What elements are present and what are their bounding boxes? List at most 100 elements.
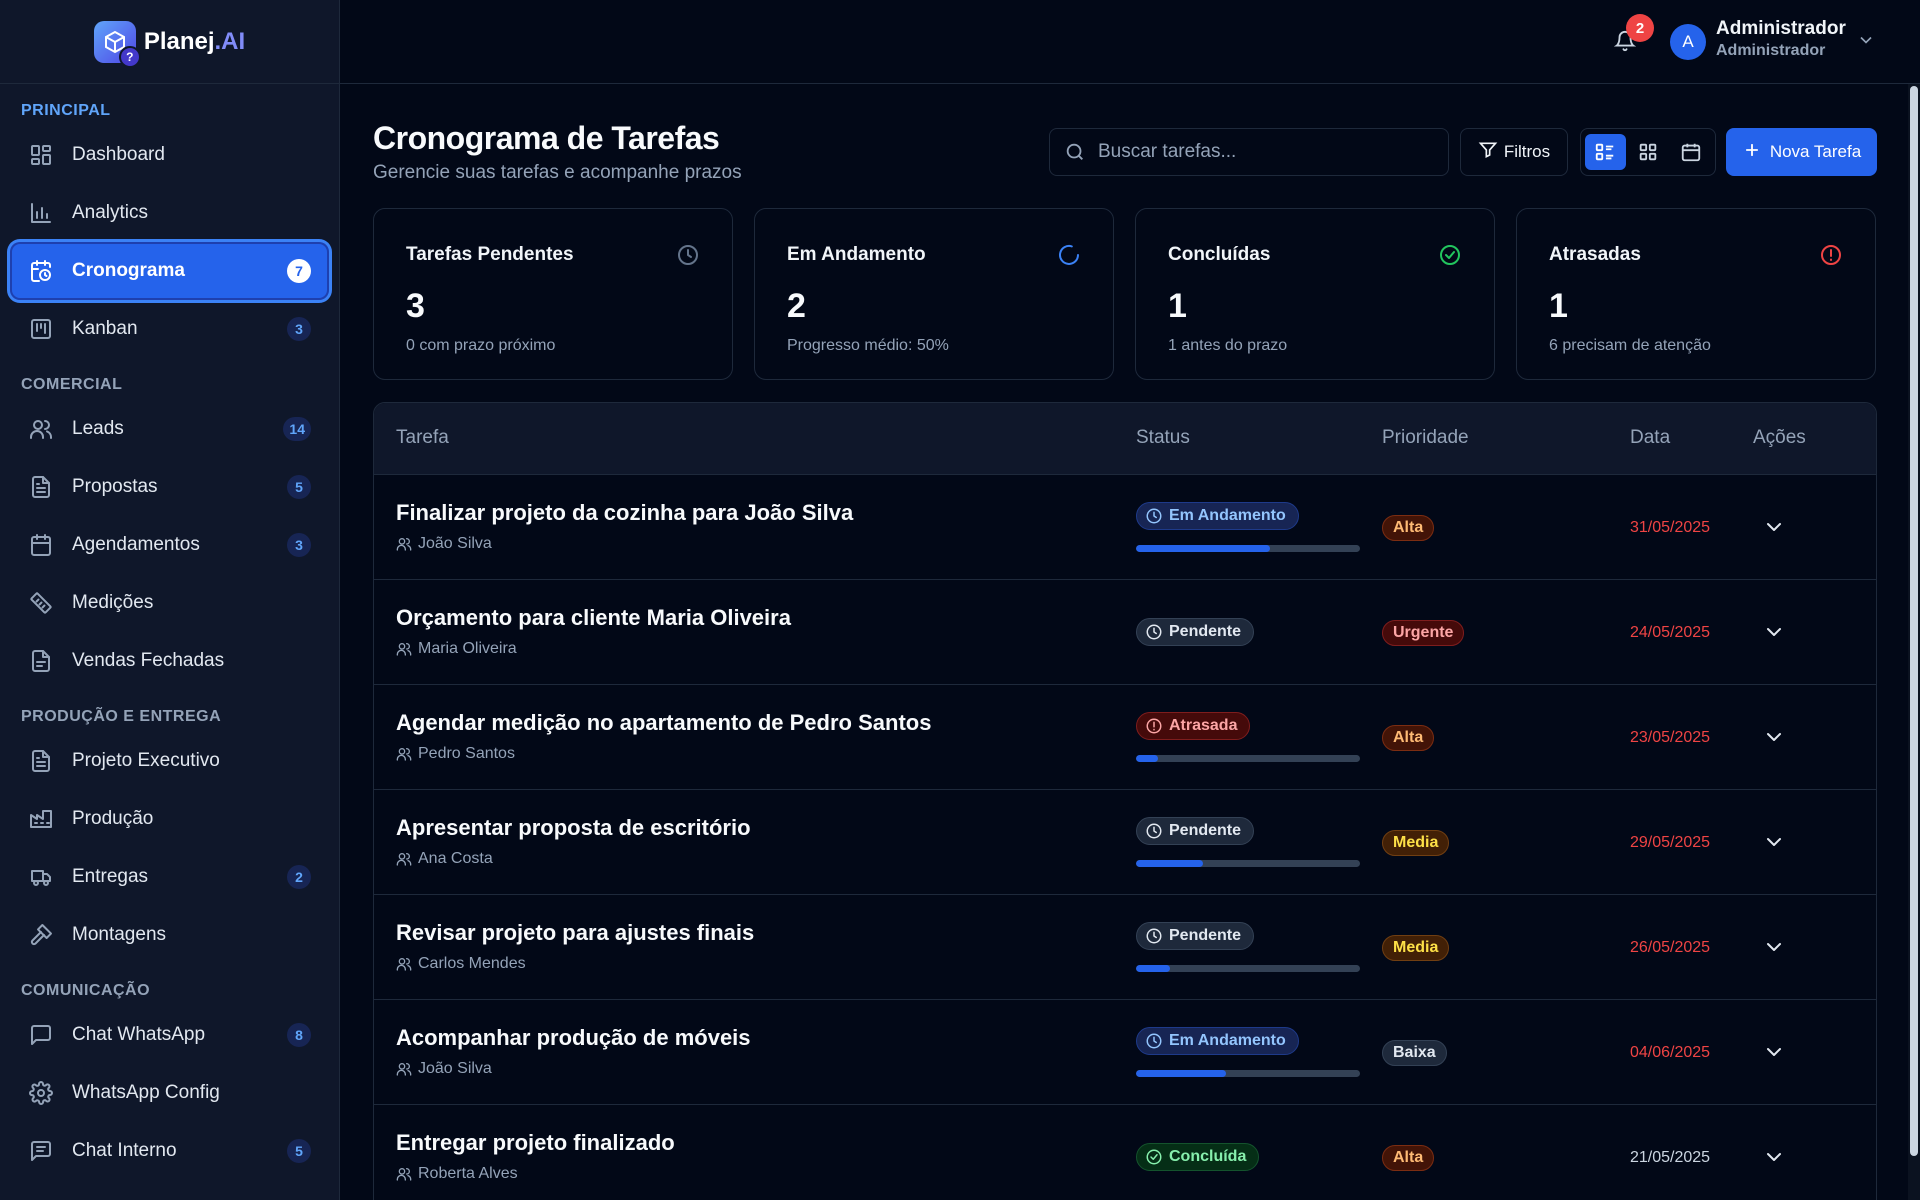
status-label: Pendente bbox=[1169, 927, 1242, 944]
page-subtitle: Gerencie suas tarefas e acompanhe prazos bbox=[373, 162, 742, 183]
sidebar-section-label: PRINCIPAL bbox=[21, 102, 111, 119]
calendar-view-icon[interactable] bbox=[1670, 134, 1711, 170]
user-role: Administrador bbox=[1716, 42, 1826, 59]
status-label: Em Andamento bbox=[1169, 507, 1286, 524]
sidebar-item-leads[interactable]: Leads 14 bbox=[10, 400, 329, 458]
sidebar-item-chat-whatsapp[interactable]: Chat WhatsApp 8 bbox=[10, 1006, 329, 1064]
filter-button[interactable]: Filtros bbox=[1460, 128, 1568, 176]
count-badge: 3 bbox=[287, 533, 311, 557]
bar-chart-icon bbox=[28, 200, 54, 226]
stat-card-em-andamento: Em Andamento 2 Progresso médio: 50% bbox=[754, 208, 1114, 380]
status-label: Atrasada bbox=[1169, 717, 1238, 734]
task-title[interactable]: Acompanhar produção de móveis bbox=[396, 1025, 751, 1051]
page-scrollbar[interactable] bbox=[1908, 84, 1920, 1200]
count-badge: 2 bbox=[287, 865, 311, 889]
avatar[interactable]: A bbox=[1670, 24, 1706, 60]
scrollbar-thumb[interactable] bbox=[1910, 86, 1918, 1156]
table-row[interactable]: Acompanhar produção de móveis João Silva E… bbox=[374, 1000, 1876, 1105]
priority-badge: Alta bbox=[1382, 725, 1435, 751]
table-row[interactable]: Agendar medição no apartamento de Pedro … bbox=[374, 685, 1876, 790]
count-badge: 3 bbox=[287, 317, 311, 341]
sidebar-item-chat-interno[interactable]: Chat Interno 5 bbox=[10, 1122, 329, 1180]
stat-subtext: 0 com prazo próximo bbox=[406, 337, 556, 354]
sidebar-item-entregas[interactable]: Entregas 2 bbox=[10, 848, 329, 906]
brand-logo[interactable]: ? Planej.AI bbox=[0, 0, 339, 84]
task-client: Maria Oliveira bbox=[396, 640, 517, 658]
sidebar-item-analytics[interactable]: Analytics bbox=[10, 184, 329, 242]
status-badge: Concluída bbox=[1136, 1143, 1260, 1171]
user-icon bbox=[396, 641, 412, 657]
chevron-down-icon[interactable] bbox=[1762, 1145, 1786, 1169]
task-client: Ana Costa bbox=[396, 850, 493, 868]
client-name: Carlos Mendes bbox=[418, 955, 526, 972]
notification-count-badge: 2 bbox=[1626, 14, 1654, 42]
chevron-down-icon[interactable] bbox=[1762, 620, 1786, 644]
sidebar-item-vendas-fechadas[interactable]: Vendas Fechadas bbox=[10, 632, 329, 690]
chevron-down-icon[interactable] bbox=[1762, 830, 1786, 854]
progress-fill bbox=[1136, 965, 1170, 972]
status-badge: Pendente bbox=[1136, 618, 1255, 646]
filter-icon bbox=[1478, 140, 1498, 165]
message-lines-icon bbox=[28, 1138, 54, 1164]
stat-title: Atrasadas bbox=[1549, 244, 1641, 265]
clock-icon bbox=[1145, 507, 1163, 525]
chevron-down-icon[interactable] bbox=[1762, 725, 1786, 749]
sidebar-item-montagens[interactable]: Montagens bbox=[10, 906, 329, 964]
sidebar-nav: PRINCIPAL Dashboard Analytics Cronograma 7 Ka… bbox=[0, 84, 339, 1180]
client-name: Ana Costa bbox=[418, 850, 493, 867]
status-label: Pendente bbox=[1169, 623, 1242, 640]
chevron-down-icon[interactable] bbox=[1762, 515, 1786, 539]
sidebar-item-agendamentos[interactable]: Agendamentos 3 bbox=[10, 516, 329, 574]
table-body: Finalizar projeto da cozinha para João S… bbox=[374, 475, 1876, 1200]
sidebar-item-label: Montagens bbox=[72, 924, 167, 945]
sidebar-item-cronograma[interactable]: Cronograma 7 bbox=[10, 242, 329, 300]
chevron-down-icon[interactable] bbox=[1856, 30, 1876, 50]
sidebar-section-label: COMUNICAÇÃO bbox=[21, 982, 151, 999]
task-title[interactable]: Agendar medição no apartamento de Pedro … bbox=[396, 710, 931, 736]
chevron-down-icon[interactable] bbox=[1762, 1040, 1786, 1064]
clock-icon bbox=[1145, 927, 1163, 945]
col-header-task: Tarefa bbox=[396, 427, 449, 448]
progress-fill bbox=[1136, 1070, 1226, 1077]
sidebar-item-kanban[interactable]: Kanban 3 bbox=[10, 300, 329, 358]
list-view-icon[interactable] bbox=[1585, 134, 1626, 170]
progress-fill bbox=[1136, 860, 1204, 867]
sidebar-item-medicoes[interactable]: Medições bbox=[10, 574, 329, 632]
message-square-icon bbox=[28, 1022, 54, 1048]
document-check-icon bbox=[28, 648, 54, 674]
table-row[interactable]: Finalizar projeto da cozinha para João S… bbox=[374, 475, 1876, 580]
table-row[interactable]: Entregar projeto finalizado Roberta Alves… bbox=[374, 1105, 1876, 1200]
sidebar-item-label: Analytics bbox=[72, 202, 149, 223]
user-icon bbox=[396, 746, 412, 762]
task-title[interactable]: Entregar projeto finalizado bbox=[396, 1130, 675, 1156]
sidebar-item-producao[interactable]: Produção bbox=[10, 790, 329, 848]
status-label: Concluída bbox=[1169, 1148, 1247, 1165]
table-row[interactable]: Orçamento para cliente Maria Oliveira Mar… bbox=[374, 580, 1876, 685]
table-row[interactable]: Revisar projeto para ajustes finais Carlo… bbox=[374, 895, 1876, 1000]
task-title[interactable]: Finalizar projeto da cozinha para João S… bbox=[396, 500, 853, 526]
progress-bar bbox=[1136, 755, 1360, 762]
count-badge: 14 bbox=[283, 417, 311, 441]
chevron-down-icon[interactable] bbox=[1762, 935, 1786, 959]
progress-bar bbox=[1136, 1070, 1360, 1077]
search-input[interactable] bbox=[1098, 141, 1434, 163]
document-icon bbox=[28, 474, 54, 500]
task-title[interactable]: Orçamento para cliente Maria Oliveira bbox=[396, 605, 791, 631]
user-name[interactable]: Administrador bbox=[1716, 18, 1846, 40]
task-title[interactable]: Apresentar proposta de escritório bbox=[396, 815, 751, 841]
priority-badge: Urgente bbox=[1382, 620, 1465, 646]
stat-value: 2 bbox=[787, 287, 806, 325]
view-toggle-group bbox=[1580, 128, 1716, 176]
sidebar-item-propostas[interactable]: Propostas 5 bbox=[10, 458, 329, 516]
table-row[interactable]: Apresentar proposta de escritório Ana Cos… bbox=[374, 790, 1876, 895]
calendar-clock-icon bbox=[28, 258, 54, 284]
sidebar-item-whatsapp-config[interactable]: WhatsApp Config bbox=[10, 1064, 329, 1122]
stat-value: 1 bbox=[1168, 287, 1187, 325]
new-task-button[interactable]: Nova Tarefa bbox=[1726, 128, 1877, 176]
sidebar-item-projeto-executivo[interactable]: Projeto Executivo bbox=[10, 732, 329, 790]
grid-view-icon[interactable] bbox=[1628, 134, 1669, 170]
topbar: 2 A Administrador Administrador bbox=[340, 0, 1920, 84]
sidebar-item-dashboard[interactable]: Dashboard bbox=[10, 126, 329, 184]
spinner-icon bbox=[1057, 243, 1081, 267]
task-title[interactable]: Revisar projeto para ajustes finais bbox=[396, 920, 754, 946]
